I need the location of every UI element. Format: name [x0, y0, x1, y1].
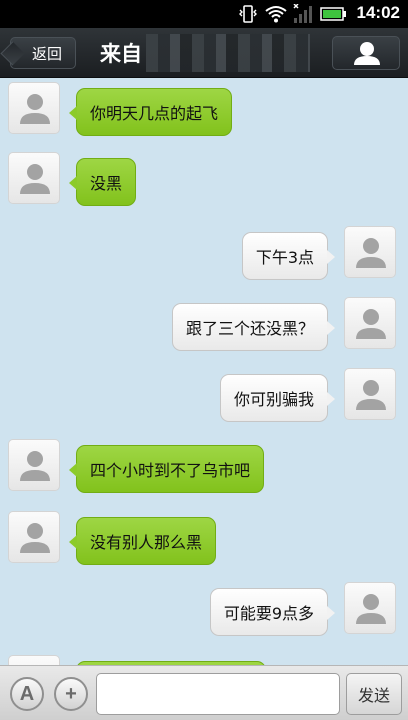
person-icon [20, 164, 50, 194]
contact-profile-button[interactable] [332, 36, 400, 70]
vibrate-icon [239, 5, 257, 23]
outgoing-message-bubble[interactable]: 可能要9点多 [209, 588, 336, 636]
person-icon [20, 94, 50, 124]
person-icon [20, 523, 50, 553]
message-input[interactable] [96, 673, 340, 715]
battery-icon [320, 7, 346, 21]
back-button-label: 返回 [31, 44, 62, 63]
page-title: 来自 [100, 42, 142, 66]
message-row: 你可别骗我 [0, 368, 408, 424]
incoming-message-bubble[interactable]: 没黑 [68, 158, 137, 206]
person-icon [356, 238, 386, 268]
add-attachment-button[interactable]: + [54, 677, 88, 711]
contact-avatar[interactable] [8, 82, 60, 134]
status-bar: 14:02 [0, 0, 408, 28]
person-icon [20, 451, 50, 481]
signal-icon [293, 4, 312, 23]
contact-avatar[interactable] [8, 439, 60, 491]
my-avatar[interactable] [344, 226, 396, 278]
incoming-message-bubble[interactable]: 你明天几点的起飞 [68, 88, 233, 136]
person-icon [356, 380, 386, 410]
message-row: 四个小时到不了乌市吧 [0, 439, 408, 495]
font-button[interactable]: A [10, 677, 44, 711]
incoming-message-bubble[interactable]: 没有别人那么黑 [68, 517, 217, 565]
contact-avatar[interactable] [8, 511, 60, 563]
contact-avatar[interactable] [8, 152, 60, 204]
send-button[interactable]: 发送 [346, 673, 402, 715]
my-avatar[interactable] [344, 368, 396, 420]
conversation-header: 返回 来自 [0, 28, 408, 78]
outgoing-message-bubble[interactable]: 你可别骗我 [219, 374, 336, 422]
compose-bar: A + 发送 [0, 665, 408, 720]
message-row: 跟了三个还没黑？ [0, 297, 408, 353]
back-button[interactable]: 返回 [10, 37, 76, 69]
my-avatar[interactable] [344, 297, 396, 349]
clock: 14:02 [356, 3, 400, 22]
my-avatar[interactable] [344, 582, 396, 634]
outgoing-message-bubble[interactable]: 跟了三个还没黑？ [171, 303, 336, 351]
wifi-icon [265, 6, 287, 23]
person-icon [356, 309, 386, 339]
person-icon [354, 42, 380, 65]
redacted-contact-name [146, 34, 310, 72]
outgoing-message-bubble[interactable]: 下午3点 [241, 232, 336, 280]
message-row: 没有别人那么黑 [0, 511, 408, 567]
person-icon [356, 594, 386, 624]
message-list[interactable]: 你明天几点的起飞 没黑下午3点跟了三个还没黑？ 你可别骗我四个小时到不了乌市吧 没有别… [0, 78, 408, 670]
message-row: 没黑 [0, 152, 408, 208]
message-row: 你明天几点的起飞 [0, 82, 408, 138]
message-row: 下午3点 [0, 226, 408, 282]
message-row: 可能要9点多 [0, 582, 408, 638]
incoming-message-bubble[interactable]: 四个小时到不了乌市吧 [68, 445, 265, 493]
